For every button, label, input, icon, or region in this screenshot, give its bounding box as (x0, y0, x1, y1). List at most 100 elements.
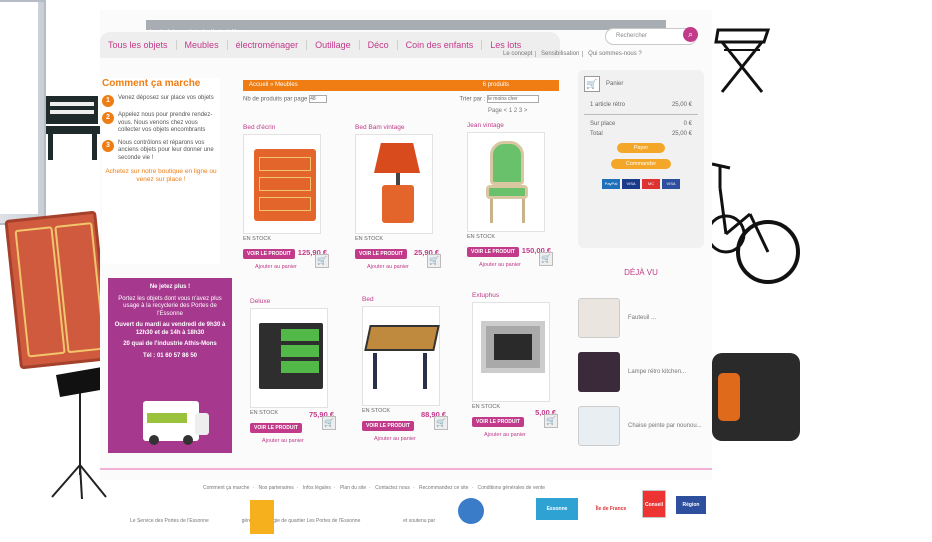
footer-link[interactable]: Contactez nous (372, 485, 413, 491)
add-to-cart-link[interactable]: Ajouter au panier (484, 432, 564, 438)
seen-item[interactable]: Fauteuil ... (578, 293, 704, 343)
cart-icon[interactable]: 🛒 (544, 414, 558, 428)
cart-icon[interactable]: 🛒 (322, 416, 336, 430)
partner-logo (458, 498, 484, 524)
product-image[interactable] (472, 302, 550, 402)
product-image[interactable] (250, 308, 328, 408)
product-name[interactable]: Extuphus (472, 292, 564, 302)
product-name[interactable]: Bed d'écrin (243, 124, 335, 134)
cart-icon[interactable]: 🛒 (315, 254, 329, 268)
view-product-button[interactable]: VOIR LE PRODUIT (362, 421, 414, 431)
cart-row: Sur place 0 € (590, 121, 692, 127)
link-sensibilisation[interactable]: Sensibilisation (538, 51, 584, 57)
cart-title: Panier (606, 81, 624, 87)
add-to-cart-link[interactable]: Ajouter au panier (374, 436, 454, 442)
footer-credit: Le Service des Portes de l'Essonne géré … (130, 518, 436, 524)
dark-chair-photo (46, 96, 102, 160)
nav-item-electromenager[interactable]: électroménager (228, 40, 308, 50)
truck-image (143, 401, 209, 445)
footer-link[interactable]: Conditions générales de vente (475, 485, 549, 491)
music-stand-photo (51, 367, 107, 500)
nav-item-outillage[interactable]: Outillage (307, 40, 360, 50)
footer-link[interactable]: Comment ça marche (200, 485, 252, 491)
product-image[interactable] (355, 134, 433, 234)
mastercard-logo: MC (642, 179, 660, 189)
search-icon[interactable]: ⌕ (683, 27, 698, 42)
product-image[interactable] (362, 306, 440, 406)
nav-item-deco[interactable]: Déco (360, 40, 398, 50)
footer-links: Comment ça marche · Nos partenaires · Info… (200, 485, 548, 491)
footer-link[interactable]: Infos légales (300, 485, 334, 491)
promo-hours: Ouvert du mardi au vendredi de 9h30 à 12… (114, 322, 226, 336)
promo-box: Ne jetez plus ! Portez les objets dont v… (108, 278, 232, 453)
product-image[interactable] (243, 134, 321, 234)
stock-label: EN STOCK (243, 236, 272, 242)
product-count: 6 produits (482, 82, 509, 88)
product-image[interactable] (467, 132, 545, 232)
cart-icon[interactable]: 🛒 (434, 416, 448, 430)
footer-link[interactable]: Plan du site (337, 485, 369, 491)
product-card: Extuphus EN STOCK 5,00 € VOIR LE PRODUIT… (472, 292, 564, 442)
per-page-select[interactable]: 48 (309, 95, 328, 103)
cart-icon[interactable]: 🛒 (584, 76, 600, 92)
website-panel: Le site de la recyclerie des Hauts de Vi… (100, 10, 712, 480)
footer-link[interactable]: Recommandez ce site (416, 485, 471, 491)
footer-divider (100, 468, 712, 470)
footer-link[interactable]: Nos partenaires (255, 485, 296, 491)
promo-phone: Tél : 01 60 57 86 50 (142, 352, 198, 359)
product-card: Bed EN STOCK 88,90 € VOIR LE PRODUIT 🛒 A… (362, 296, 454, 446)
per-page-label: Nb de produits par page (243, 96, 308, 103)
seen-item[interactable]: Chaise peinte par nounou... (578, 401, 704, 451)
nav-item-tous-les-objets[interactable]: Tous les objets (100, 40, 177, 50)
bicycle-photo (706, 162, 800, 284)
promo-headline: Ne jetez plus ! (149, 284, 191, 290)
payment-logos: PayPal VISA MC VISA (584, 179, 698, 189)
product-name[interactable]: Bed Bam vintage (355, 124, 447, 134)
visa-logo: VISA (622, 179, 640, 189)
cart-icon[interactable]: 🛒 (427, 254, 441, 268)
sort-label: Trier par : (459, 96, 486, 103)
recently-seen-title: DÉJÀ VU (624, 268, 658, 277)
woven-basket-photo (712, 353, 800, 441)
partner-logo (250, 500, 274, 534)
pagination[interactable]: Page < 1 2 3 > (488, 108, 527, 114)
shop-cta[interactable]: Achetez sur notre boutique en ligne ou v… (102, 168, 220, 184)
step-3: 3 Nous contrôlons et réparons vos anciens… (102, 139, 220, 163)
main-nav: Tous les objets Meubles électroménager O… (100, 32, 560, 58)
link-concept[interactable]: Le concept (500, 51, 537, 57)
pay-button[interactable]: Payer (617, 143, 665, 153)
visa-logo: VISA (662, 179, 680, 189)
essonne-logo: Essonne (536, 498, 578, 520)
product-card: Jean vintage EN STOCK 150,00 € VOIR LE P… (467, 122, 559, 272)
cart-box: 🛒 Panier 1 article rétro 25,00 € Sur plac… (578, 70, 704, 248)
how-it-works-title: Comment ça marche (102, 78, 201, 89)
seen-item[interactable]: Lampe rétro kitchen... (578, 347, 704, 397)
view-product-button[interactable]: VOIR LE PRODUIT (243, 249, 295, 259)
category-bar: Accueil » Meubles 6 produits (243, 80, 559, 91)
cart-icon[interactable]: 🛒 (539, 252, 553, 266)
folding-table-photo (714, 28, 771, 93)
how-it-works-box: Comment ça marche 1 Venez déposez sur pla… (102, 78, 220, 264)
add-to-cart-link[interactable]: Ajouter au panier (262, 438, 342, 444)
recently-seen: DÉJÀ VU Fauteuil ... Lampe rétro kitchen… (578, 268, 704, 455)
product-name[interactable]: Jean vintage (467, 122, 559, 132)
breadcrumb[interactable]: Accueil » Meubles (249, 82, 298, 88)
product-name[interactable]: Deluxe (250, 298, 342, 308)
cart-row: Total 25,00 € (590, 131, 692, 137)
nav-item-coin-des-enfants[interactable]: Coin des enfants (398, 40, 483, 50)
product-name[interactable]: Bed (362, 296, 454, 306)
view-product-button[interactable]: VOIR LE PRODUIT (467, 247, 519, 257)
step-1: 1 Venez déposez sur place vos objets (102, 95, 220, 107)
region-logo: Région (676, 496, 706, 514)
view-product-button[interactable]: VOIR LE PRODUIT (355, 249, 407, 259)
sort-select[interactable]: le moins cher (487, 95, 539, 103)
link-qui-sommes-nous[interactable]: Qui sommes-nous ? (585, 51, 645, 57)
order-button[interactable]: Commander (611, 159, 671, 169)
promo-address: 20 quai de l'industrie Athis-Mons (123, 341, 217, 347)
view-product-button[interactable]: VOIR LE PRODUIT (250, 423, 302, 433)
monitor-photo (0, 0, 46, 225)
nav-item-meubles[interactable]: Meubles (177, 40, 228, 50)
nav-item-les-lots[interactable]: Les lots (482, 40, 529, 50)
view-product-button[interactable]: VOIR LE PRODUIT (472, 417, 524, 427)
stock-label: EN STOCK (355, 236, 384, 242)
